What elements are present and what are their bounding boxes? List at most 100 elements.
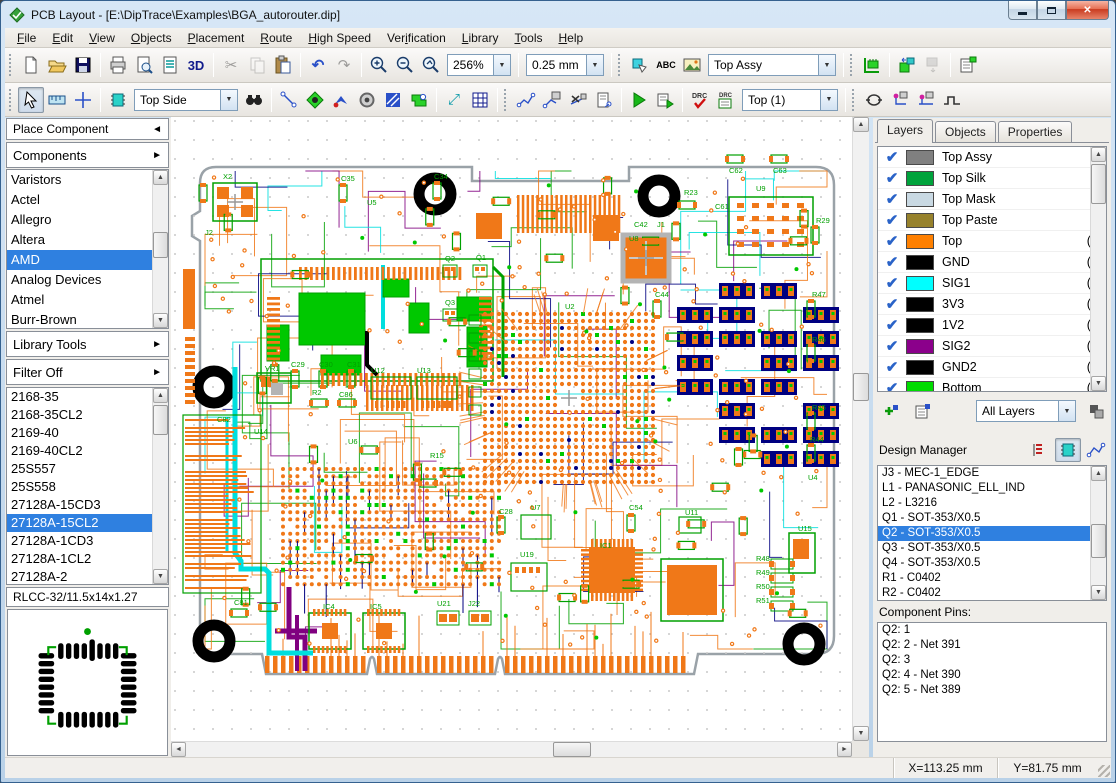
component-properties-button[interactable] <box>955 52 981 78</box>
layer-row[interactable]: ✔ Top Silk <box>878 168 1106 189</box>
library-list-item[interactable]: Varistors <box>7 170 168 190</box>
chevron-down-icon[interactable]: ▼ <box>586 55 603 75</box>
expand-right-icon[interactable]: ► <box>152 367 162 378</box>
component-list-item[interactable]: Q3 - SOT-353/X0.5 <box>878 541 1106 556</box>
scroll-up-icon[interactable]: ▲ <box>1091 466 1106 481</box>
library-list-item[interactable]: Actel <box>7 190 168 210</box>
layer-row[interactable]: ✔SIG2(6) <box>878 336 1106 357</box>
zoom-out-button[interactable] <box>392 52 418 78</box>
design-manager-scrollbar[interactable]: ▲ ▼ <box>1090 466 1106 600</box>
board-side-combo[interactable]: Top Side ▼ <box>134 88 238 111</box>
dimension-button[interactable]: ⤢ <box>441 87 467 113</box>
save-button[interactable] <box>70 52 96 78</box>
place-component-button[interactable] <box>859 52 885 78</box>
part-list-scrollbar[interactable]: ▲ ▼ <box>152 388 168 584</box>
layer-visible-check[interactable]: ✔ <box>878 253 906 271</box>
route-manual-button[interactable] <box>513 87 539 113</box>
menu-tools[interactable]: Tools <box>506 29 550 47</box>
layer-visible-check[interactable]: ✔ <box>878 211 906 229</box>
menu-verification[interactable]: Verification <box>379 29 454 47</box>
nets-view-button[interactable] <box>1085 439 1107 461</box>
print-preview-button[interactable] <box>131 52 157 78</box>
unroute-button[interactable] <box>565 87 591 113</box>
canvas-vertical-scrollbar[interactable]: ▲ ▼ <box>852 117 869 741</box>
layer-visible-check[interactable]: ✔ <box>878 295 906 313</box>
part-list-item[interactable]: 2169-40CL2 <box>7 442 168 460</box>
layer-color-swatch[interactable] <box>906 338 934 354</box>
layer-setup-button[interactable] <box>911 399 935 423</box>
open-button[interactable] <box>44 52 70 78</box>
library-list-scrollbar[interactable]: ▲ ▼ <box>152 170 168 328</box>
phase-tuning-button[interactable] <box>913 87 939 113</box>
pin-list-item[interactable]: Q2: 2 - Net 391 <box>878 638 1106 653</box>
layer-color-swatch[interactable] <box>906 254 934 270</box>
place-component-header[interactable]: Place Component ◄ <box>6 118 169 140</box>
part-list-item[interactable]: 27128A-15CL2 <box>7 514 168 532</box>
part-list-item[interactable]: 2168-35 <box>7 388 168 406</box>
update-from-schematic-button[interactable] <box>920 52 946 78</box>
close-button[interactable]: ✕ <box>1066 1 1109 20</box>
component-list-item[interactable]: L2 - L3216 <box>878 496 1106 511</box>
menu-edit[interactable]: Edit <box>44 29 81 47</box>
toolbar-grip[interactable] <box>9 88 14 111</box>
scroll-up-icon[interactable]: ▲ <box>1091 147 1106 162</box>
components-section-bar[interactable]: Components ► <box>6 142 169 168</box>
scroll-up-icon[interactable]: ▲ <box>853 117 869 132</box>
route-layer-combo[interactable]: Top (1) ▼ <box>742 88 838 111</box>
place-shape-button[interactable] <box>406 87 432 113</box>
minimize-button[interactable] <box>1008 1 1037 20</box>
collapse-left-icon[interactable]: ◄ <box>152 124 162 135</box>
grid-size-combo[interactable]: 0.25 mm ▼ <box>526 54 604 76</box>
layer-color-swatch[interactable] <box>906 317 934 333</box>
layer-row[interactable]: ✔3V3(4) <box>878 294 1106 315</box>
menu-library[interactable]: Library <box>454 29 507 47</box>
component-list-item[interactable]: Q2 - SOT-353/X0.5 <box>878 526 1106 541</box>
scroll-down-icon[interactable]: ▼ <box>153 569 168 584</box>
chevron-down-icon[interactable]: ▼ <box>1058 401 1075 421</box>
toolbar-grip[interactable] <box>618 54 623 76</box>
loop-removal-button[interactable] <box>861 87 887 113</box>
part-list-item[interactable]: 2168-35CL2 <box>7 406 168 424</box>
layer-visible-check[interactable]: ✔ <box>878 337 906 355</box>
scroll-down-icon[interactable]: ▼ <box>153 313 168 328</box>
place-picture-button[interactable] <box>679 52 705 78</box>
origin-tool-button[interactable] <box>70 87 96 113</box>
toolbar-grip[interactable] <box>9 54 14 76</box>
layer-row[interactable]: ✔ Top Assy <box>878 147 1106 168</box>
library-list-item[interactable]: Allegro <box>7 210 168 230</box>
nets-filter-button[interactable] <box>1027 439 1049 461</box>
tab-objects[interactable]: Objects <box>935 121 996 143</box>
place-text-button[interactable]: ABC <box>653 52 679 78</box>
chevron-down-icon[interactable]: ▼ <box>820 89 837 110</box>
draw-shape-button[interactable] <box>627 52 653 78</box>
autorouter-setup-button[interactable] <box>652 87 678 113</box>
tab-layers[interactable]: Layers <box>877 119 934 143</box>
layer-color-swatch[interactable] <box>906 170 934 186</box>
layer-row[interactable]: ✔Bottom(8) <box>878 378 1106 391</box>
scroll-right-icon[interactable]: ► <box>837 742 852 757</box>
component-list-item[interactable]: J3 - MEC-1_EDGE <box>878 466 1106 481</box>
part-list-item[interactable]: 25S557 <box>7 460 168 478</box>
filter-bar[interactable]: Filter Off ► <box>6 359 169 385</box>
tab-properties[interactable]: Properties <box>997 121 1073 143</box>
scroll-down-icon[interactable]: ▼ <box>853 726 869 741</box>
measure-tool-button[interactable] <box>44 87 70 113</box>
layer-visible-check[interactable]: ✔ <box>878 148 906 166</box>
menu-help[interactable]: Help <box>550 29 591 47</box>
layer-color-swatch[interactable] <box>906 233 934 249</box>
paste-button[interactable] <box>270 52 296 78</box>
route-edit-button[interactable] <box>539 87 565 113</box>
layer-color-swatch[interactable] <box>906 359 934 375</box>
layer-row[interactable]: ✔1V2(5) <box>878 315 1106 336</box>
layer-color-swatch[interactable] <box>906 191 934 207</box>
part-list-item[interactable]: 27128A-1CL2 <box>7 550 168 568</box>
library-list-item[interactable]: Burr-Brown <box>7 310 168 328</box>
place-via-button[interactable] <box>302 87 328 113</box>
menu-file[interactable]: File <box>9 29 44 47</box>
scroll-down-icon[interactable]: ▼ <box>1091 585 1106 600</box>
menu-objects[interactable]: Objects <box>123 29 180 47</box>
find-component-button[interactable] <box>241 87 267 113</box>
ratlines-button[interactable] <box>328 87 354 113</box>
select-tool-button[interactable] <box>18 86 44 113</box>
toolbar-grip[interactable] <box>504 88 509 111</box>
